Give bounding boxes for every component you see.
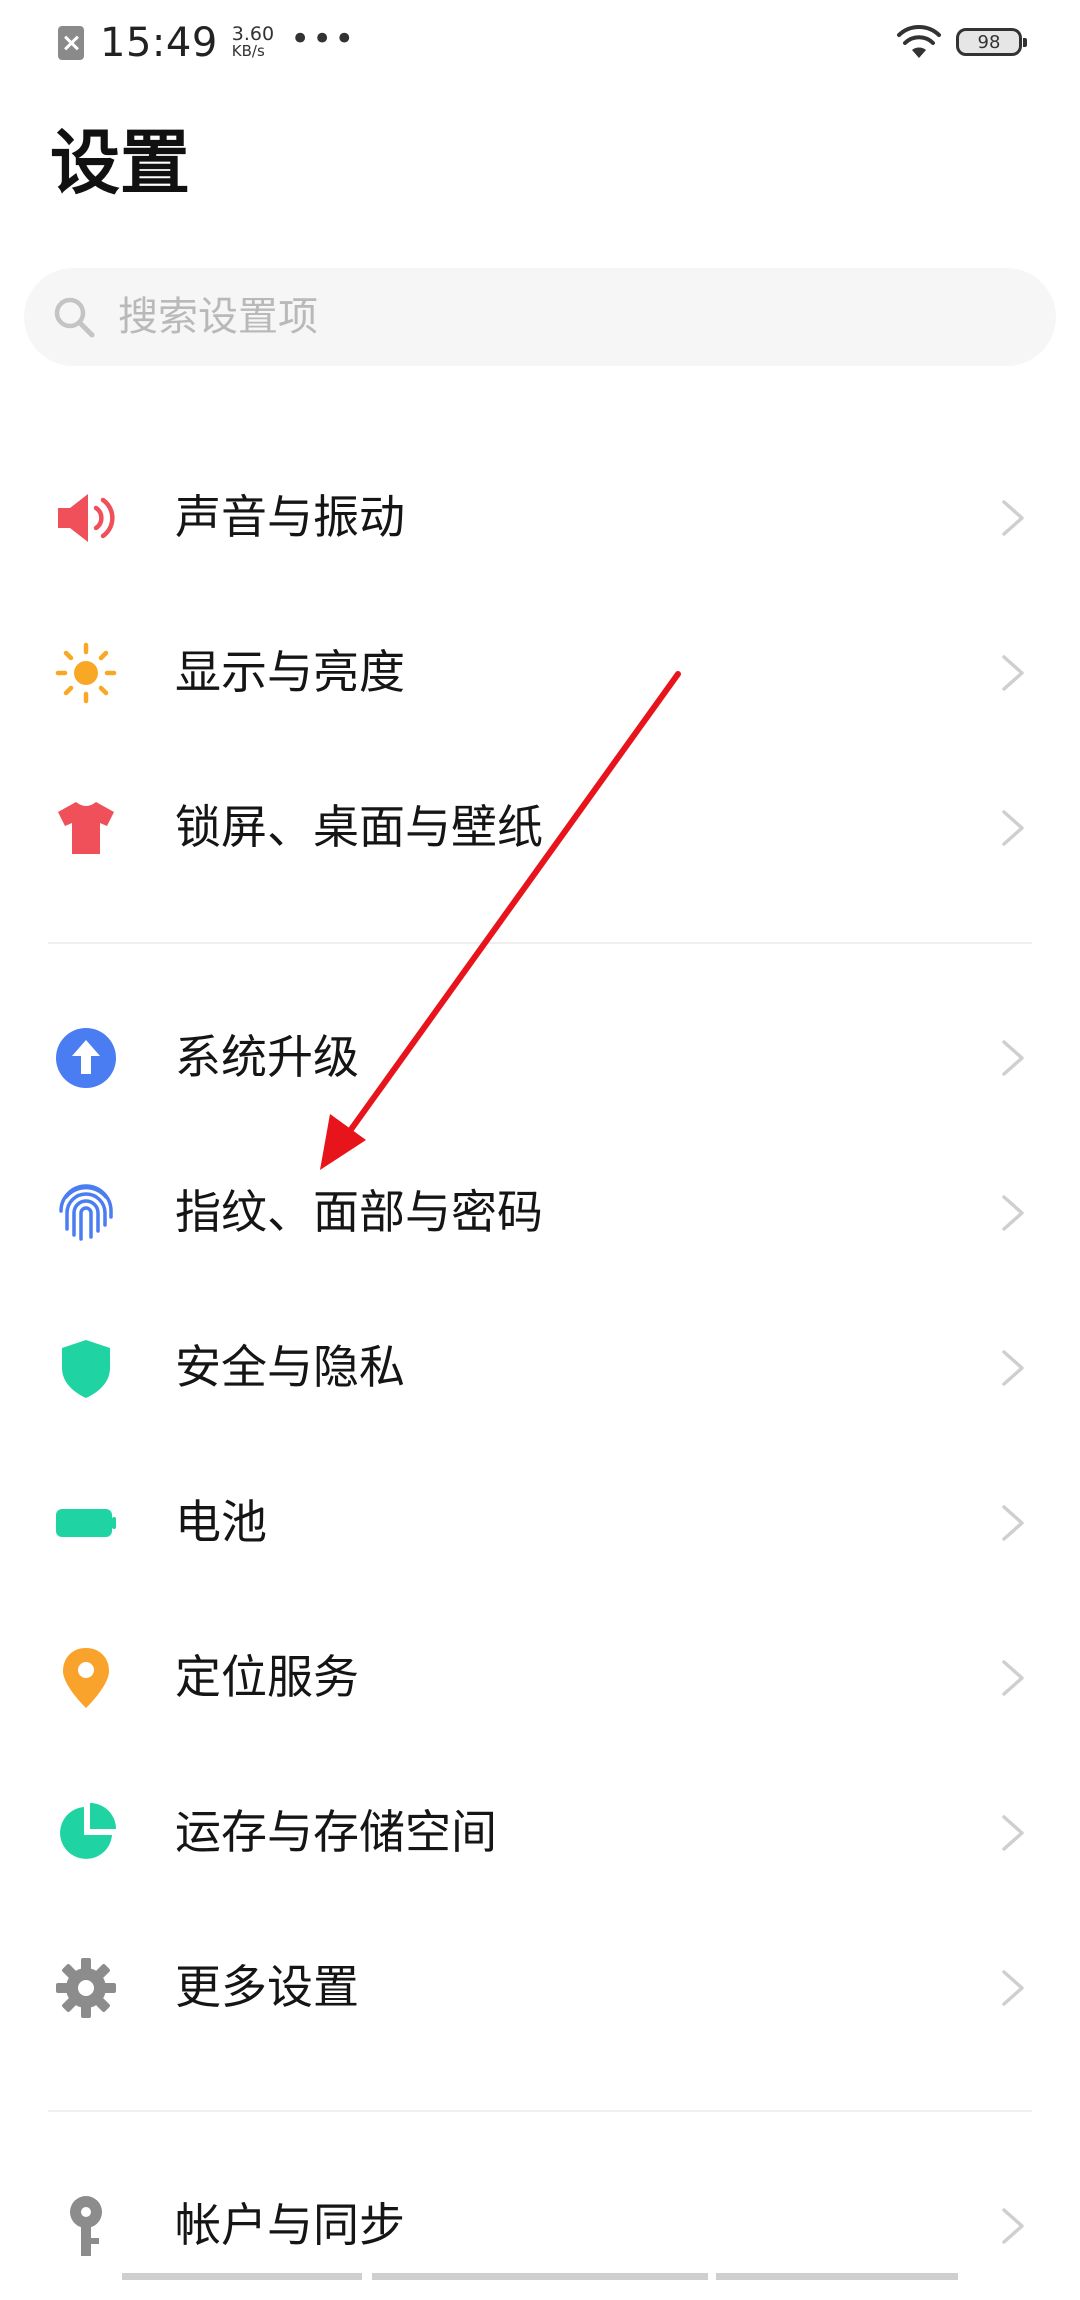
location-pin-icon — [54, 1646, 118, 1710]
chevron-right-icon — [1002, 1505, 1024, 1541]
chevron-right-icon — [1002, 655, 1024, 691]
battery-level: 98 — [977, 31, 1001, 53]
chevron-right-icon — [1002, 2208, 1024, 2244]
tshirt-icon — [54, 796, 118, 860]
status-bar-right: 98 — [896, 22, 1027, 62]
network-speed: 3.60 KB/s — [231, 23, 275, 60]
chevron-right-icon — [1002, 1660, 1024, 1696]
settings-item-memory-storage[interactable]: 运存与存储空间 — [0, 1757, 1080, 1907]
page-title: 设置 — [50, 122, 190, 204]
wifi-icon — [897, 25, 941, 58]
chevron-right-icon — [1002, 1040, 1024, 1076]
chevron-right-icon — [1002, 1815, 1024, 1851]
more-notifications-icon: ••• — [290, 19, 357, 59]
clock: 15:49 — [100, 20, 218, 66]
settings-item-label: 电池 — [175, 1495, 267, 1549]
settings-item-system-upgrade[interactable]: 系统升级 — [0, 982, 1080, 1132]
settings-item-label: 安全与隐私 — [175, 1340, 405, 1394]
settings-item-battery[interactable]: 电池 — [0, 1447, 1080, 1597]
settings-item-security-privacy[interactable]: 安全与隐私 — [0, 1292, 1080, 1442]
status-bar: 15:49 3.60 KB/s ••• 98 — [0, 0, 1080, 90]
settings-item-sound-vibration[interactable]: 声音与振动 — [0, 442, 1080, 592]
no-sim-icon — [58, 26, 84, 60]
key-icon — [54, 2194, 118, 2258]
settings-item-more-settings[interactable]: 更多设置 — [0, 1912, 1080, 2062]
battery-icon — [54, 1491, 118, 1555]
bottom-bar-segment — [716, 2273, 958, 2280]
search-icon — [54, 297, 95, 338]
search-bar[interactable] — [24, 268, 1056, 366]
settings-item-label: 系统升级 — [175, 1030, 359, 1084]
chevron-right-icon — [1002, 810, 1024, 846]
status-bar-left: 15:49 3.60 KB/s ••• — [58, 18, 356, 68]
settings-item-fingerprint-face-password[interactable]: 指纹、面部与密码 — [0, 1137, 1080, 1287]
fingerprint-icon — [54, 1181, 118, 1245]
bottom-bar-segment — [372, 2273, 708, 2280]
section-divider — [48, 2110, 1032, 2112]
settings-item-label: 声音与振动 — [175, 490, 405, 544]
network-speed-value: 3.60 — [231, 23, 275, 45]
chevron-right-icon — [1002, 500, 1024, 536]
shield-icon — [54, 1336, 118, 1400]
settings-item-lockscreen-wallpaper[interactable]: 锁屏、桌面与壁纸 — [0, 752, 1080, 902]
search-input[interactable] — [116, 293, 1000, 341]
sun-icon — [54, 641, 118, 705]
upgrade-arrow-icon — [54, 1026, 118, 1090]
settings-item-location-services[interactable]: 定位服务 — [0, 1602, 1080, 1752]
chevron-right-icon — [1002, 1970, 1024, 2006]
chevron-right-icon — [1002, 1350, 1024, 1386]
bottom-edge-bars — [0, 2272, 1080, 2280]
section-divider — [48, 942, 1032, 944]
bottom-bar-segment — [122, 2273, 362, 2280]
chevron-right-icon — [1002, 1195, 1024, 1231]
network-speed-unit: KB/s — [231, 42, 265, 60]
speaker-icon — [54, 486, 118, 550]
pie-chart-icon — [54, 1801, 118, 1865]
settings-item-label: 运存与存储空间 — [175, 1805, 497, 1859]
settings-item-label: 更多设置 — [175, 1960, 359, 2014]
settings-item-label: 显示与亮度 — [175, 645, 405, 699]
settings-item-label: 定位服务 — [175, 1650, 359, 1704]
settings-item-label: 指纹、面部与密码 — [175, 1185, 543, 1239]
gear-icon — [54, 1956, 118, 2020]
settings-item-display-brightness[interactable]: 显示与亮度 — [0, 597, 1080, 747]
battery-indicator: 98 — [956, 28, 1027, 56]
settings-item-label: 锁屏、桌面与壁纸 — [175, 800, 543, 854]
